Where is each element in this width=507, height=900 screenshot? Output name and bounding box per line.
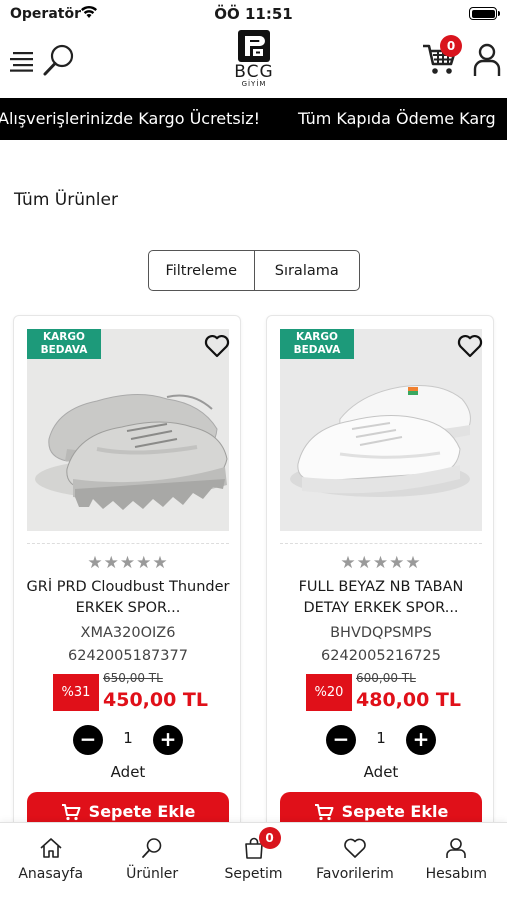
battery-icon — [469, 7, 500, 20]
quantity-value[interactable]: 1 — [367, 729, 395, 747]
user-icon[interactable] — [472, 42, 502, 78]
current-price: 450,00 TL — [103, 689, 209, 711]
page-title: Tüm Ürünler — [14, 190, 118, 210]
filter-button[interactable]: Filtreleme — [149, 251, 254, 290]
free-shipping-badge: KARGO BEDAVA — [280, 329, 354, 359]
tab-account[interactable]: Hesabım — [406, 823, 507, 900]
cart-count-badge: 0 — [440, 35, 462, 57]
tab-products[interactable]: Ürünler — [101, 823, 202, 900]
tab-home[interactable]: Anasayfa — [0, 823, 101, 900]
filter-sort-group: Filtreleme Sıralama — [148, 250, 360, 291]
cart-icon — [61, 804, 81, 821]
tab-cart[interactable]: 0 Sepetim — [203, 823, 304, 900]
product-card[interactable]: KARGO BEDAVA ★★★★★ FULL BEYAZ NB TABAN D… — [266, 315, 494, 836]
tab-label: Sepetim — [224, 866, 283, 882]
search-icon — [142, 838, 162, 858]
product-name[interactable]: GRİ PRD Cloudbust Thunder ERKEK SPOR... — [24, 577, 232, 619]
add-to-cart-label: Sepete Ekle — [88, 802, 196, 821]
rating-stars: ★★★★★ — [340, 553, 422, 573]
product-image[interactable] — [27, 329, 229, 531]
clock: ÖÖ 11:51 — [214, 5, 293, 23]
announcement-text: Tüm Kapıda Ödeme Karg — [298, 109, 496, 128]
tab-label: Hesabım — [425, 866, 488, 882]
app-header: BCG GİYİM 0 — [0, 28, 507, 98]
tab-favorites[interactable]: Favorilerim — [304, 823, 405, 900]
announcement-text: Alışverişlerinizde Kargo Ücretsiz! — [0, 109, 261, 128]
tab-label: Ürünler — [126, 866, 179, 882]
status-bar: Operatör ÖÖ 11:51 — [0, 0, 507, 28]
free-shipping-badge-line1: KARGO — [43, 331, 85, 343]
heart-icon[interactable] — [204, 334, 230, 358]
sort-button[interactable]: Sıralama — [253, 251, 360, 290]
bottom-tab-bar: Anasayfa Ürünler 0 Sepetim Favorilerim H… — [0, 822, 507, 900]
quantity-unit: Adet — [363, 763, 399, 781]
card-divider — [280, 543, 482, 544]
quantity-increase-button[interactable]: + — [153, 725, 183, 755]
old-price: 650,00 TL — [103, 671, 163, 685]
cart-count-badge: 0 — [258, 827, 281, 849]
quantity-unit: Adet — [110, 763, 146, 781]
product-barcode: 6242005187377 — [68, 648, 188, 664]
add-to-cart-label: Sepete Ekle — [341, 802, 449, 821]
product-code: BHVDQPSMPS — [330, 625, 432, 641]
old-price: 600,00 TL — [356, 671, 416, 685]
card-divider — [27, 543, 229, 544]
discount-badge: %20 — [306, 674, 352, 711]
brand-logo[interactable]: BCG GİYİM — [226, 30, 282, 94]
rating-stars: ★★★★★ — [87, 553, 169, 573]
quantity-value[interactable]: 1 — [114, 729, 142, 747]
free-shipping-badge: KARGO BEDAVA — [27, 329, 101, 359]
free-shipping-badge-line1: KARGO — [296, 331, 338, 343]
product-barcode: 6242005216725 — [321, 648, 441, 664]
announcement-marquee: Alışverişlerinizde Kargo Ücretsiz! Tüm K… — [0, 98, 507, 140]
quantity-decrease-button[interactable]: − — [73, 725, 103, 755]
product-photo-gray-sneakers — [27, 329, 229, 531]
free-shipping-badge-line2: BEDAVA — [40, 344, 88, 356]
discount-badge: %31 — [53, 674, 99, 711]
logo-text: BCG — [234, 62, 274, 82]
tab-label: Anasayfa — [18, 866, 84, 882]
user-icon — [446, 838, 467, 858]
search-icon[interactable] — [42, 43, 76, 77]
current-price: 480,00 TL — [356, 689, 462, 711]
cart-icon — [314, 804, 334, 821]
home-icon — [40, 838, 62, 858]
tab-label: Favorilerim — [316, 866, 394, 882]
logo-mark-icon — [238, 30, 270, 62]
product-card[interactable]: KARGO BEDAVA ★★★★★ GRİ PRD Cloudbust Thu… — [13, 315, 241, 836]
free-shipping-badge-line2: BEDAVA — [293, 344, 341, 356]
heart-icon[interactable] — [457, 334, 483, 358]
heart-icon — [344, 838, 366, 858]
product-code: XMA320OIZ6 — [80, 625, 176, 641]
menu-icon[interactable] — [10, 50, 36, 72]
quantity-increase-button[interactable]: + — [406, 725, 436, 755]
product-name[interactable]: FULL BEYAZ NB TABAN DETAY ERKEK SPOR... — [277, 577, 485, 619]
product-photo-white-sneakers — [280, 329, 482, 531]
quantity-decrease-button[interactable]: − — [326, 725, 356, 755]
product-image[interactable] — [280, 329, 482, 531]
